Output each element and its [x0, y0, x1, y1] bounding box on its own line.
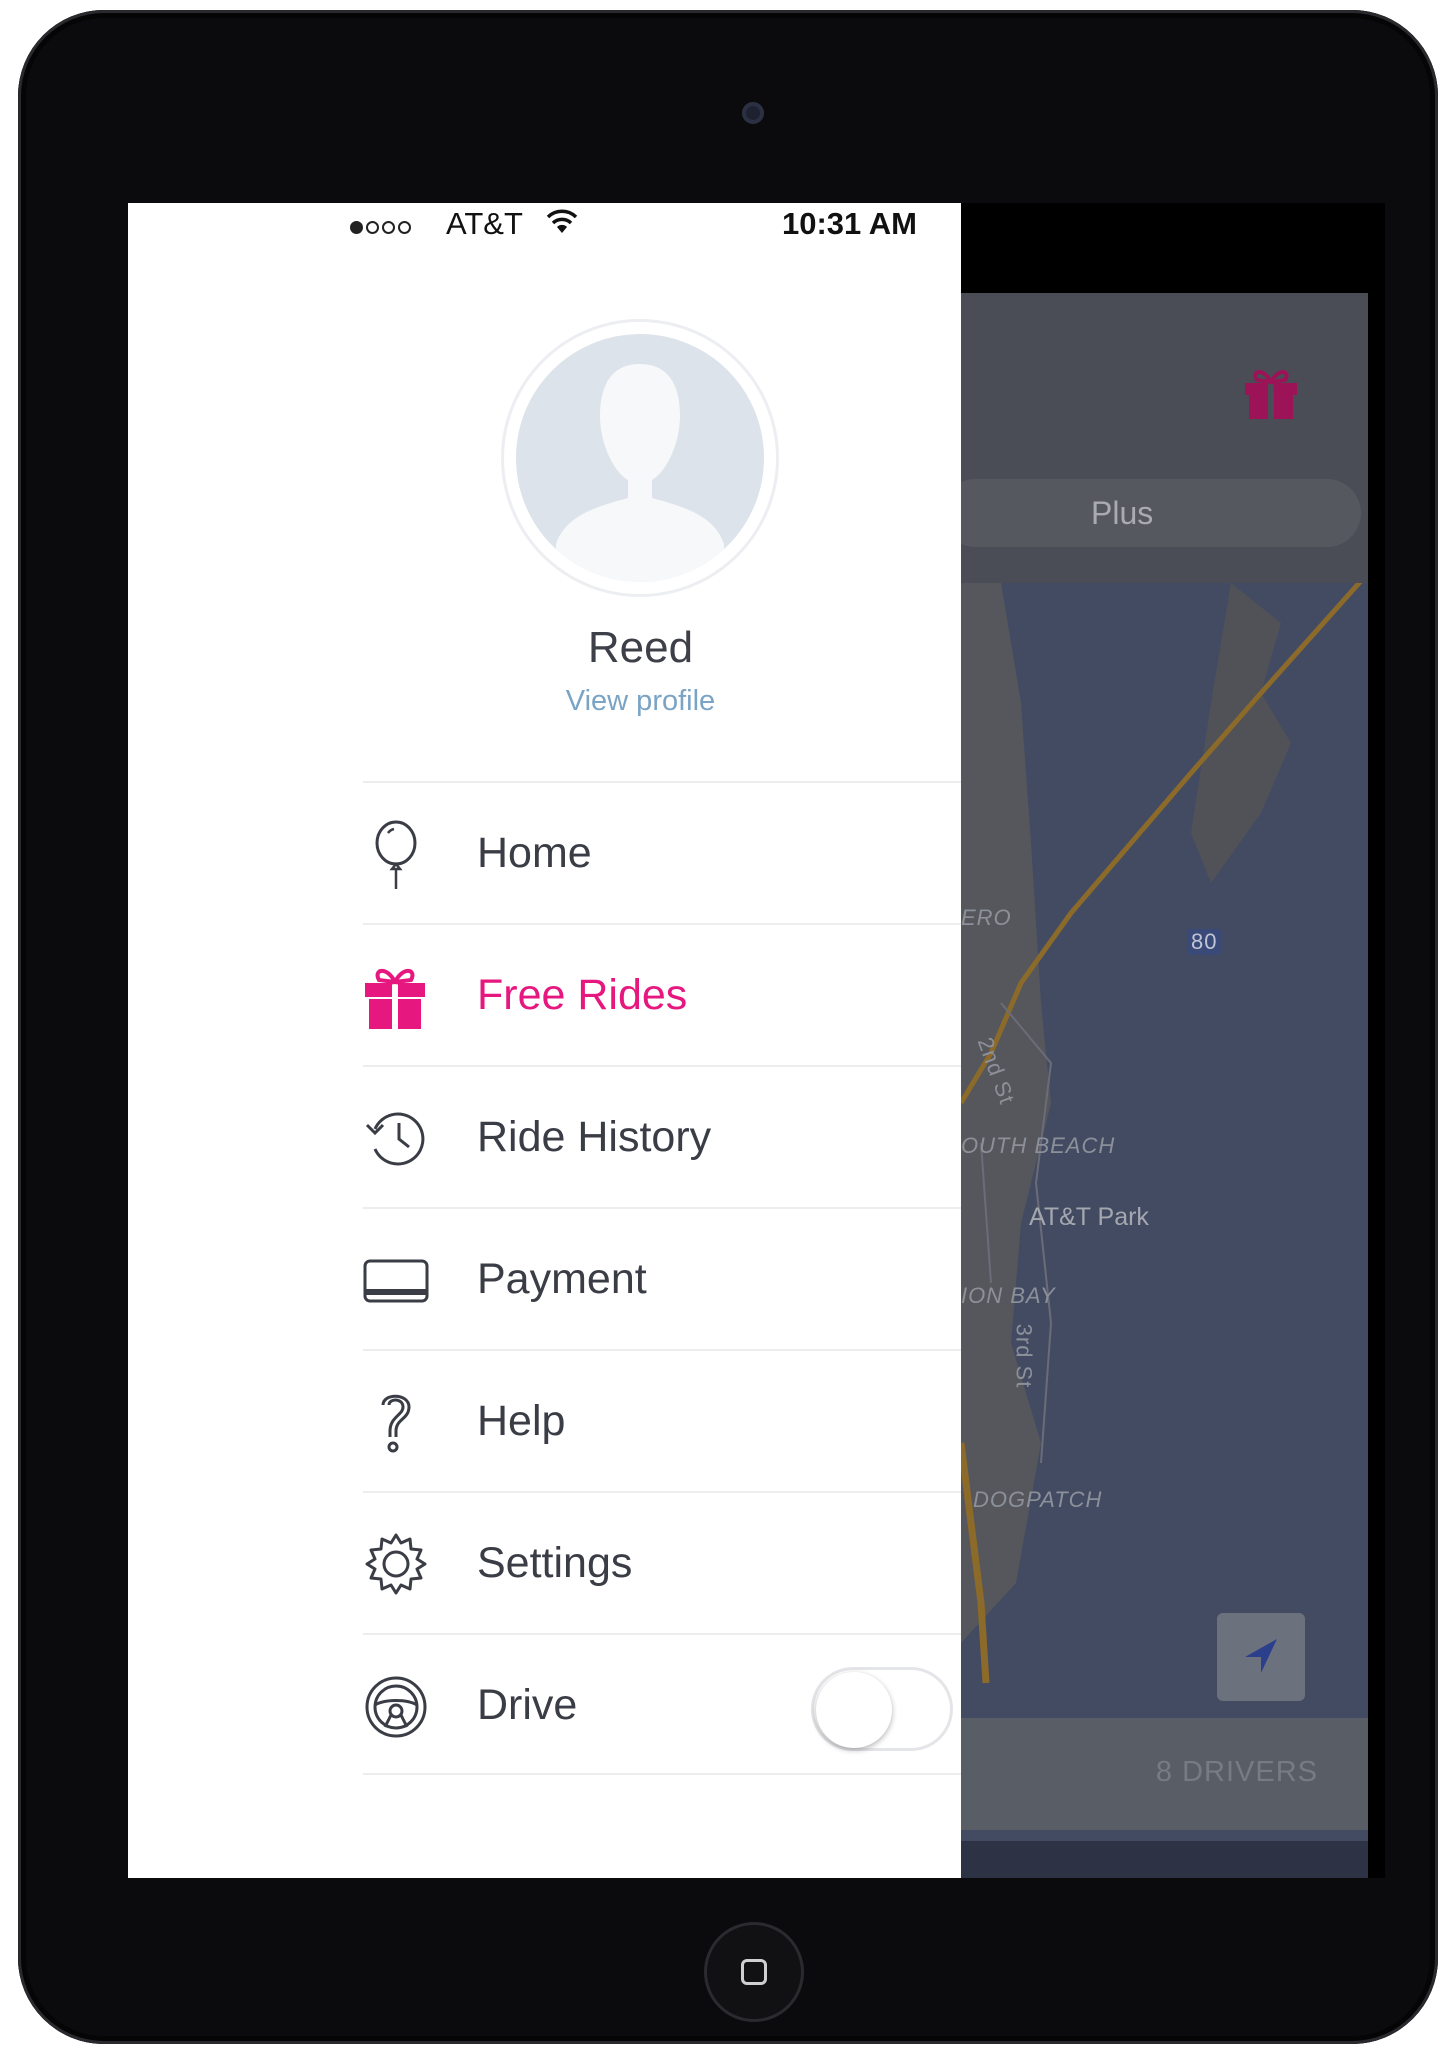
view-profile-link[interactable]: View profile	[128, 685, 961, 718]
front-camera	[742, 102, 764, 124]
menu-item-home[interactable]: Home	[363, 781, 961, 923]
menu-label-settings: Settings	[477, 1539, 633, 1587]
map-header: Plus	[961, 293, 1368, 583]
map-label-dogpatch: DOGPATCH	[973, 1487, 1103, 1512]
menu-item-ride-history[interactable]: Ride History	[363, 1065, 961, 1207]
menu-item-settings[interactable]: Settings	[363, 1491, 961, 1633]
menu-label-ride-history: Ride History	[477, 1113, 712, 1161]
toggle-knob	[816, 1672, 892, 1748]
drive-toggle[interactable]	[811, 1667, 953, 1751]
home-button[interactable]	[704, 1922, 804, 2022]
map-label-att-park: AT&T Park	[1029, 1203, 1149, 1231]
menu-item-help[interactable]: Help	[363, 1349, 961, 1491]
credit-card-icon	[363, 1259, 429, 1303]
map-label-mission-bay: ION BAY	[961, 1283, 1056, 1308]
drawer-menu: Home Free Rides Ride History Payment Hel…	[363, 781, 961, 1775]
signal-strength-icon	[350, 217, 411, 237]
gift-icon[interactable]	[1243, 363, 1299, 421]
tablet-frame: Plus ERO OUTH BEACH ION BAY DOGPATCH 3rd…	[18, 10, 1438, 2044]
menu-label-free-rides: Free Rides	[477, 971, 688, 1019]
map-label-3rd-st: 3rd St	[1011, 1323, 1037, 1389]
gift-icon	[365, 968, 425, 1029]
location-arrow-icon	[1245, 1639, 1277, 1673]
map-bottom-bar	[961, 1841, 1368, 1878]
question-icon	[381, 1394, 411, 1453]
history-icon	[365, 1112, 425, 1166]
interstate-shield-icon: 80	[1187, 929, 1222, 955]
menu-label-drive: Drive	[477, 1681, 578, 1729]
map-view[interactable]: Plus ERO OUTH BEACH ION BAY DOGPATCH 3rd…	[961, 293, 1368, 1878]
map-canvas	[961, 583, 1368, 1878]
wifi-icon	[546, 209, 578, 233]
home-square-icon	[741, 1959, 767, 1985]
carrier-name: AT&T	[446, 206, 523, 241]
map-label-embarcadero: ERO	[961, 905, 1012, 930]
drivers-bar[interactable]: 8 DRIVERS	[961, 1718, 1368, 1830]
ride-type-selector[interactable]: Plus	[961, 479, 1361, 547]
menu-label-home: Home	[477, 829, 592, 877]
menu-item-drive[interactable]: Drive	[363, 1633, 961, 1775]
screen: Plus ERO OUTH BEACH ION BAY DOGPATCH 3rd…	[128, 203, 1385, 1878]
avatar-placeholder-icon	[516, 334, 764, 582]
status-bar: AT&T 10:31 AM	[128, 203, 961, 249]
menu-item-payment[interactable]: Payment	[363, 1207, 961, 1349]
steering-wheel-icon	[365, 1676, 427, 1738]
balloon-icon	[375, 820, 417, 889]
avatar[interactable]	[501, 319, 779, 597]
map-label-south-beach: OUTH BEACH	[961, 1133, 1116, 1158]
drivers-count: 8 DRIVERS	[1155, 1756, 1318, 1788]
locate-me-button[interactable]	[1217, 1613, 1305, 1701]
menu-item-free-rides[interactable]: Free Rides	[363, 923, 961, 1065]
gear-icon	[365, 1533, 427, 1595]
ride-type-plus[interactable]: Plus	[1091, 495, 1153, 532]
status-time: 10:31 AM	[782, 206, 917, 241]
side-drawer: AT&T 10:31 AM Reed View profile Home Fre…	[128, 203, 961, 1878]
menu-label-payment: Payment	[477, 1255, 647, 1303]
menu-label-help: Help	[477, 1397, 566, 1445]
profile-name: Reed	[587, 623, 694, 672]
